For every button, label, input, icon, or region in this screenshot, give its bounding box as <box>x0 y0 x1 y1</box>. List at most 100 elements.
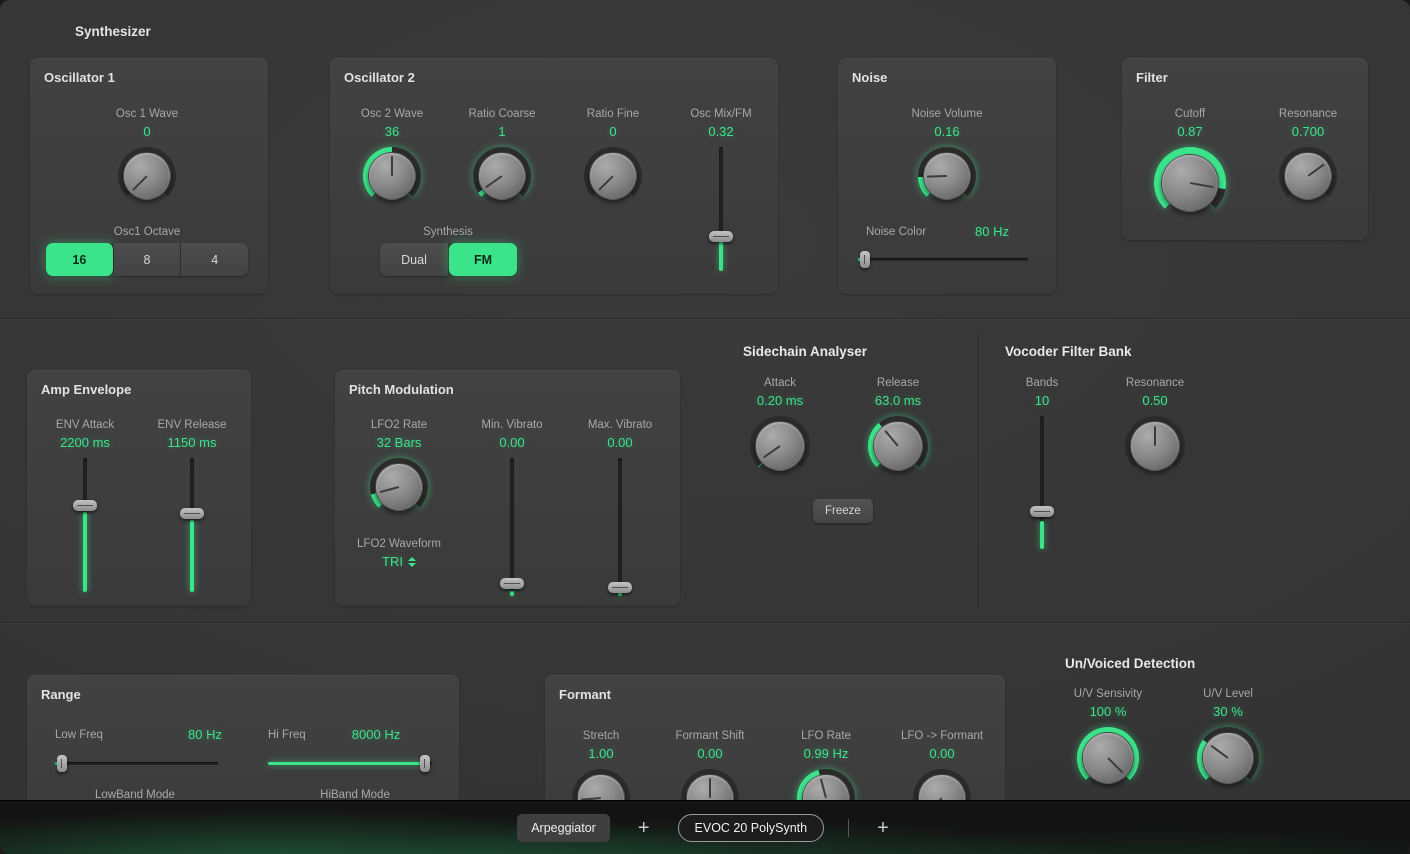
cutoff-value[interactable]: 0.87 <box>1130 124 1250 139</box>
noise-volume-param: Noise Volume 0.16 <box>887 107 1007 205</box>
arpeggiator-button[interactable]: Arpeggiator <box>517 814 610 842</box>
evoc-plugin-button[interactable]: EVOC 20 PolySynth <box>678 814 825 842</box>
noise-volume-value[interactable]: 0.16 <box>887 124 1007 139</box>
slider-handle[interactable] <box>180 508 204 519</box>
env-release-value[interactable]: 1150 ms <box>142 435 242 450</box>
sidechain-attack-knob[interactable] <box>750 416 810 476</box>
add-plugin-button[interactable]: + <box>634 818 654 838</box>
slider-handle[interactable] <box>500 578 524 589</box>
bands-value[interactable]: 10 <box>992 393 1092 408</box>
stretch-label: Stretch <box>551 729 651 743</box>
lfo-to-formant-label: LFO -> Formant <box>892 729 992 743</box>
env-release-param: ENV Release 1150 ms <box>142 418 242 592</box>
env-attack-value[interactable]: 2200 ms <box>35 435 135 450</box>
sidechain-release-value[interactable]: 63.0 ms <box>838 393 958 408</box>
vocoder-resonance-knob[interactable] <box>1125 416 1185 476</box>
knob-pointer-icon <box>1154 426 1156 446</box>
uv-level-value[interactable]: 30 % <box>1168 704 1288 719</box>
sidechain-attack-value[interactable]: 0.20 ms <box>720 393 840 408</box>
bands-slider[interactable] <box>1029 416 1055 549</box>
cutoff-label: Cutoff <box>1130 107 1250 121</box>
filter-resonance-knob[interactable] <box>1279 147 1337 205</box>
low-freq-slider[interactable] <box>55 754 218 772</box>
max-vibrato-slider[interactable] <box>607 458 633 596</box>
osc2-wave-knob[interactable] <box>363 147 421 205</box>
lfo2-rate-knob[interactable] <box>370 458 428 516</box>
osc1-octave-buttons: 16 8 4 <box>46 243 248 276</box>
env-attack-slider[interactable] <box>72 458 98 592</box>
hi-freq-slider[interactable] <box>268 754 432 772</box>
synthesis-buttons: Dual FM <box>380 243 517 276</box>
synthesis-dual-button[interactable]: Dual <box>380 243 449 276</box>
max-vibrato-label: Max. Vibrato <box>570 418 670 432</box>
octave-16-button[interactable]: 16 <box>46 243 114 276</box>
formant-shift-value[interactable]: 0.00 <box>660 746 760 761</box>
filter-resonance-value[interactable]: 0.700 <box>1248 124 1368 139</box>
oscillator2-title: Oscillator 2 <box>344 70 415 85</box>
sidechain-attack-param: Attack 0.20 ms <box>720 376 840 476</box>
osc1-wave-value[interactable]: 0 <box>87 124 207 139</box>
ratio-coarse-knob[interactable] <box>473 147 531 205</box>
lfo2-rate-label: LFO2 Rate <box>349 418 449 432</box>
range-title: Range <box>41 687 81 702</box>
filter-resonance-param: Resonance 0.700 <box>1248 107 1368 205</box>
slider-handle[interactable] <box>1030 506 1054 517</box>
osc2-wave-label: Osc 2 Wave <box>332 107 452 121</box>
formant-lfo-rate-label: LFO Rate <box>776 729 876 743</box>
vocoder-resonance-param: Resonance 0.50 <box>1105 376 1205 476</box>
slider-handle[interactable] <box>860 251 870 268</box>
cutoff-knob[interactable] <box>1154 147 1226 219</box>
synthesis-fm-button[interactable]: FM <box>449 243 517 276</box>
octave-4-button[interactable]: 4 <box>181 243 248 276</box>
sidechain-attack-label: Attack <box>720 376 840 390</box>
freeze-button[interactable]: Freeze <box>813 499 873 523</box>
noise-color-value[interactable]: 80 Hz <box>975 224 1009 239</box>
uv-sensitivity-knob[interactable] <box>1077 727 1139 789</box>
slider-handle[interactable] <box>709 231 733 242</box>
lfo2-rate-value[interactable]: 32 Bars <box>349 435 449 450</box>
formant-title: Formant <box>559 687 611 702</box>
ratio-fine-knob[interactable] <box>584 147 642 205</box>
amp-envelope-title: Amp Envelope <box>41 382 131 397</box>
hi-freq-value[interactable]: 8000 Hz <box>345 727 407 742</box>
formant-shift-label: Formant Shift <box>660 729 760 743</box>
slider-handle[interactable] <box>73 500 97 511</box>
osc1-wave-knob[interactable] <box>118 147 176 205</box>
knob-cap <box>873 421 923 471</box>
add-plugin-button-2[interactable]: + <box>873 818 893 838</box>
slider-fill <box>719 241 723 271</box>
unvoiced-detection-title: Un/Voiced Detection <box>1065 656 1195 671</box>
lfo2-waveform-select[interactable]: TRI <box>339 554 459 569</box>
filter-resonance-label: Resonance <box>1248 107 1368 121</box>
uv-level-knob[interactable] <box>1197 727 1259 789</box>
noise-color-slider[interactable] <box>858 250 1028 268</box>
formant-lfo-rate-value[interactable]: 0.99 Hz <box>776 746 876 761</box>
slider-handle[interactable] <box>57 755 67 772</box>
max-vibrato-value[interactable]: 0.00 <box>570 435 670 450</box>
sidechain-release-knob[interactable] <box>868 416 928 476</box>
osc-mix-param: Osc Mix/FM 0.32 <box>661 107 781 271</box>
sidechain-analyser-title: Sidechain Analyser <box>743 344 867 359</box>
osc2-wave-value[interactable]: 36 <box>332 124 452 139</box>
slider-fill <box>510 591 514 596</box>
pitch-modulation-title: Pitch Modulation <box>349 382 454 397</box>
slider-handle[interactable] <box>608 582 632 593</box>
lfo-to-formant-value[interactable]: 0.00 <box>892 746 992 761</box>
osc-mix-slider[interactable] <box>708 147 734 271</box>
ratio-fine-value[interactable]: 0 <box>553 124 673 139</box>
sidechain-release-label: Release <box>838 376 958 390</box>
low-freq-value[interactable]: 80 Hz <box>167 727 222 742</box>
octave-8-button[interactable]: 8 <box>114 243 182 276</box>
osc1-wave-param: Osc 1 Wave 0 <box>87 107 207 205</box>
slider-handle[interactable] <box>420 755 430 772</box>
env-release-slider[interactable] <box>179 458 205 592</box>
osc1-wave-label: Osc 1 Wave <box>87 107 207 121</box>
osc-mix-value[interactable]: 0.32 <box>661 124 781 139</box>
uv-sensitivity-value[interactable]: 100 % <box>1048 704 1168 719</box>
min-vibrato-value[interactable]: 0.00 <box>462 435 562 450</box>
stretch-value[interactable]: 1.00 <box>551 746 651 761</box>
vocoder-resonance-value[interactable]: 0.50 <box>1105 393 1205 408</box>
ratio-coarse-value[interactable]: 1 <box>442 124 562 139</box>
min-vibrato-slider[interactable] <box>499 458 525 596</box>
noise-volume-knob[interactable] <box>918 147 976 205</box>
